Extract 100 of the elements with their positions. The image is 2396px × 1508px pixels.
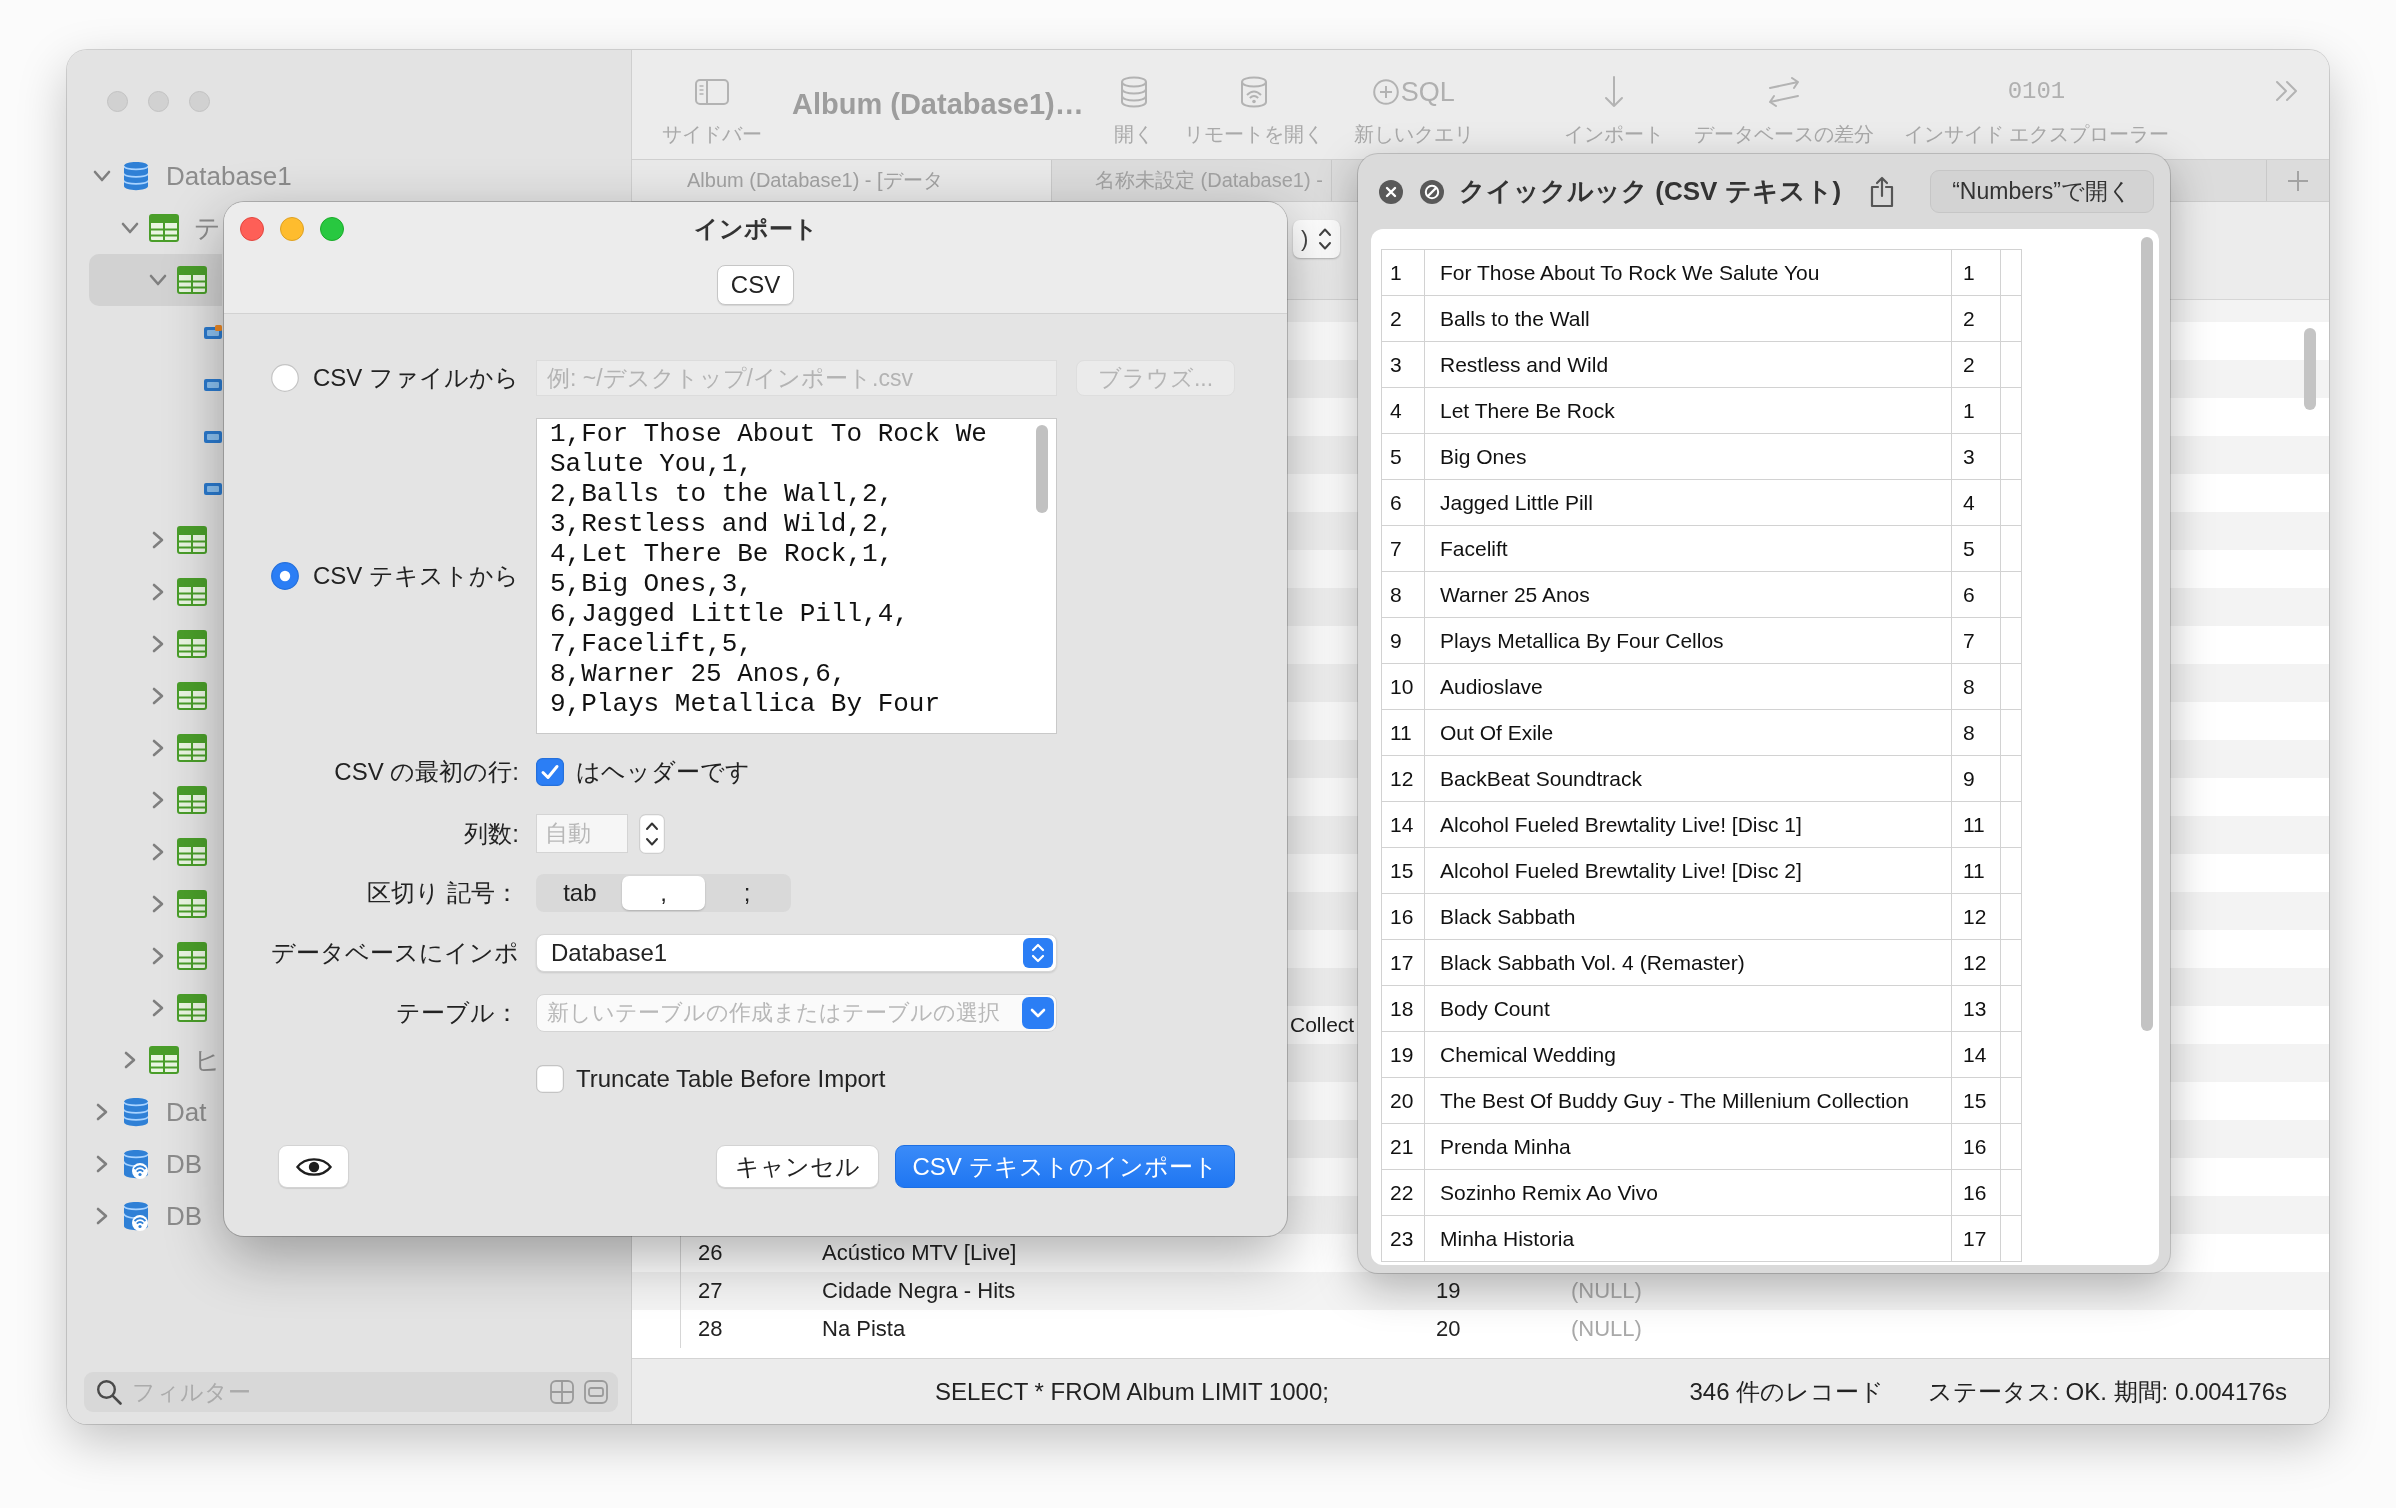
panel-icon[interactable] <box>584 1380 608 1404</box>
table-cell: Audioslave <box>1424 663 1952 710</box>
cancel-button[interactable]: キャンセル <box>716 1145 879 1188</box>
chevron-down-icon[interactable] <box>1022 997 1054 1029</box>
delimiter-option[interactable]: tab <box>538 876 622 910</box>
table-cell: 2 <box>1381 295 1425 342</box>
format-tab[interactable]: CSV <box>716 264 795 305</box>
scrollbar-thumb[interactable] <box>1036 425 1048 513</box>
table-cell: 4 <box>1381 387 1425 434</box>
status-text: ステータス: OK. 期間: 0.004176s <box>1928 1376 2287 1407</box>
checkbox[interactable] <box>536 1065 564 1093</box>
tab[interactable]: Album (Database1) - [データ <box>632 160 1052 201</box>
table-icon <box>177 838 207 866</box>
table-cell: 23 <box>1381 1215 1425 1262</box>
database-diff-button[interactable]: データベースの差分 <box>1693 70 1874 148</box>
tree-item[interactable]: Database1 <box>89 150 292 202</box>
dialog-title: インポート <box>693 214 818 244</box>
plus-icon <box>2287 169 2309 192</box>
table-cell: 2 <box>1951 295 2001 342</box>
open-database-button[interactable]: 開く <box>1113 70 1154 148</box>
down-arrow-icon <box>1603 76 1624 108</box>
table-icon <box>177 578 207 606</box>
table-icon <box>177 786 207 814</box>
table-cell: Jagged Little Pill <box>1424 479 1952 526</box>
table-cell: Collect <box>1290 1012 1355 1038</box>
scrollbar-thumb[interactable] <box>2304 328 2316 410</box>
delimiter-option[interactable]: , <box>621 876 706 910</box>
grid-icon[interactable] <box>550 1380 574 1404</box>
import-toolbar-button[interactable]: インポート <box>1563 70 1664 148</box>
table-icon <box>177 682 207 710</box>
checkbox-label: はヘッダーです <box>576 757 750 787</box>
inside-explorer-button[interactable]: 0101 インサイド エクスプローラー <box>1903 70 2170 148</box>
file-path-field[interactable]: 例: ~/デスクトップ/インポート.csv <box>536 360 1057 396</box>
tree-item[interactable]: DB <box>89 1190 222 1242</box>
scrollbar-thumb[interactable] <box>2141 237 2153 1031</box>
table-cell: Acústico MTV [Live] <box>822 1240 1017 1266</box>
table-cell: 15 <box>1381 847 1425 894</box>
tree-item[interactable]: Dat <box>89 1086 222 1138</box>
table-cell: 16 <box>1951 1169 2001 1216</box>
table-cell: Balls to the Wall <box>1424 295 1952 342</box>
table-cell: 27 <box>698 1278 723 1304</box>
open-with-button[interactable]: “Numbers”で開く <box>1930 170 2154 213</box>
slash-circle-icon[interactable] <box>1420 179 1444 204</box>
eye-icon <box>295 1155 332 1178</box>
table-cell: 5 <box>1951 525 2001 572</box>
tree-item[interactable] <box>89 254 222 306</box>
table-cell: Cidade Negra - Hits <box>822 1278 1016 1304</box>
csv-text-area[interactable]: 1,For Those About To Rock We Salute You,1, 2,Balls to the Wall,2, 3,Restless and Wild,2, 4,Let There Be Rock,1, 5,Big Ones,3, 6,Jagged Little Pill,4, 7,Facelift,5, 8,Warner 25 Anos,6, 9,Plays Metallica By Four <box>536 418 1057 734</box>
popup-button[interactable]: ) <box>1293 220 1341 258</box>
close-icon[interactable] <box>1379 179 1403 204</box>
table-icon <box>177 734 207 762</box>
database-wifi-icon <box>1239 75 1268 109</box>
tree-item[interactable]: DB <box>89 1138 222 1190</box>
table-cell: Alcohol Fueled Brewtality Live! [Disc 1] <box>1424 801 1952 848</box>
delimiter-option[interactable]: ; <box>705 876 789 910</box>
table-cell: (NULL) <box>1571 1316 1642 1342</box>
sidebar-toggle-button[interactable]: サイドバー <box>662 70 762 148</box>
table-cell: The Best Of Buddy Guy - The Millenium Collection <box>1424 1077 1952 1124</box>
database-icon <box>124 1097 148 1127</box>
database-icon <box>124 161 148 191</box>
minimize-button[interactable] <box>280 217 304 241</box>
table-cell: 11 <box>1381 709 1425 756</box>
new-query-button[interactable]: SQL 新しいクエリ <box>1353 70 1474 148</box>
table-cell: 18 <box>1381 985 1425 1032</box>
database-wifi-icon <box>124 1201 148 1231</box>
table-cell: 8 <box>1381 571 1425 618</box>
column-count-field[interactable]: 自動 <box>536 814 628 853</box>
table-cell: Plays Metallica By Four Cellos <box>1424 617 1952 664</box>
close-button[interactable] <box>240 217 264 241</box>
field-label: 列数: <box>464 818 519 849</box>
table-combo-box[interactable]: 新しいテーブルの作成またはテーブルの選択 <box>536 994 1057 1032</box>
table-cell: 14 <box>1381 801 1425 848</box>
database-popup[interactable]: Database1 <box>536 934 1057 972</box>
checkbox[interactable] <box>536 758 564 786</box>
table-cell: Facelift <box>1424 525 1952 572</box>
radio-button[interactable] <box>271 562 299 590</box>
tab[interactable]: 名称未設定 (Database1) - <box>1052 160 1332 201</box>
stepper[interactable] <box>639 813 665 854</box>
table-cell: BackBeat Soundtrack <box>1424 755 1952 802</box>
share-icon[interactable] <box>1869 175 1895 208</box>
radio-button[interactable] <box>271 364 299 392</box>
table-cell: 5 <box>1381 433 1425 480</box>
table-cell: 7 <box>1951 617 2001 664</box>
double-chevron-icon[interactable] <box>2274 80 2300 102</box>
table-cell: (NULL) <box>1571 1278 1642 1304</box>
open-remote-button[interactable]: リモートを開く <box>1183 70 1324 148</box>
tree-item[interactable]: ヒ <box>89 1034 222 1086</box>
table-cell: Big Ones <box>1424 433 1952 480</box>
zoom-button[interactable] <box>320 217 344 241</box>
tree-item[interactable]: テ <box>89 202 222 254</box>
table-cell: Sozinho Remix Ao Vivo <box>1424 1169 1952 1216</box>
import-button[interactable]: CSV テキストのインポート <box>895 1145 1235 1188</box>
table-icon <box>177 630 207 658</box>
table-cell: Body Count <box>1424 985 1952 1032</box>
table-cell: Na Pista <box>822 1316 906 1342</box>
plus-circle-icon <box>1372 79 1399 105</box>
table-cell: 9 <box>1951 755 2001 802</box>
preview-button[interactable] <box>278 1145 349 1188</box>
table-icon <box>149 214 179 242</box>
field-label: 区切り 記号： <box>367 878 519 908</box>
